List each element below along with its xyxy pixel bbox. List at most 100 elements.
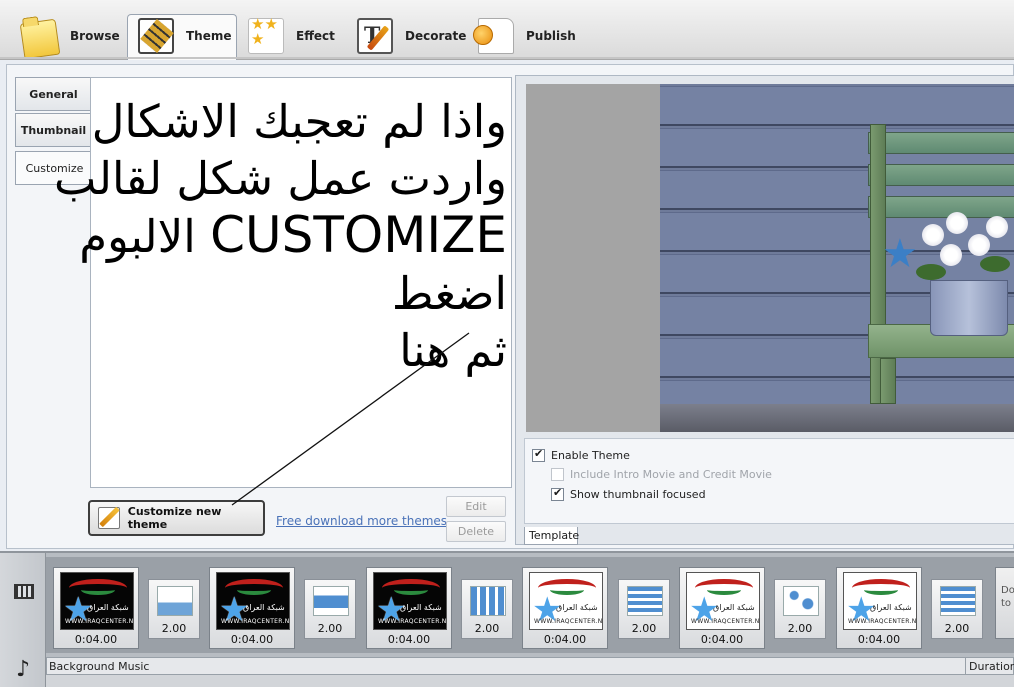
storyboard-transition[interactable]: 2.00 [931,579,983,639]
show-thumbnail-label: Show thumbnail focused [570,488,706,501]
flower [922,224,944,246]
background-music-label: Background Music [49,660,150,673]
transition-duration: 2.00 [631,622,657,635]
leaf [980,256,1010,272]
customize-new-theme-label: Customize new theme [127,505,222,531]
clip-duration: 0:04.00 [387,633,431,646]
annotation-line-1: واذا لم تعجبك الاشكال [91,95,507,148]
film-theme-icon [138,18,174,54]
edit-button[interactable]: Edit [446,496,506,517]
tab-theme[interactable]: Theme [138,14,232,58]
flower [968,234,990,256]
leaf [916,264,946,280]
storyboard-transition[interactable]: 2.00 [461,579,513,639]
storyboard-transition[interactable]: 2.00 [148,579,200,639]
storyboard-clip[interactable]: ★ شبكة العراق WWW.IRAQCENTER.NET 0:04.00 [679,567,765,649]
storyboard-transition[interactable]: 2.00 [618,579,670,639]
tab-browse[interactable]: Browse [19,14,120,60]
free-download-link[interactable]: Free download more themes [276,514,447,528]
thumb-logo-text: شبكة العراق [870,603,912,612]
storyboard-transition[interactable]: 2.00 [774,579,826,639]
annotation-line-2: واردت عمل شكل لقالب [54,152,507,205]
storyboard: ♪ ★ شبكة العراق WWW.IRAQCENTER.NET 0:04.00 ★… [0,551,1014,687]
flower [940,244,962,266]
thumb-logo-url: WWW.IRAQCENTER.NET [221,618,290,625]
background-music-track[interactable] [46,675,1014,687]
clip-thumbnail: ★ شبكة العراق WWW.IRAQCENTER.NET [843,572,917,630]
storyboard-clip[interactable]: ★ شبكة العراق WWW.IRAQCENTER.NET 0:04.00 [53,567,139,649]
delete-button[interactable]: Delete [446,521,506,542]
flower [946,212,968,234]
show-thumbnail-checkbox[interactable]: Show thumbnail focused [551,486,706,501]
transition-thumbnail [470,586,506,616]
thumb-logo-text: شبكة العراق [713,603,755,612]
annotation-line-3: CUSTOMIZE الالبوم اضغط [27,207,507,322]
storyboard-clip[interactable]: ★ شبكة العراق WWW.IRAQCENTER.NET 0:04.00 [209,567,295,649]
enable-theme-checkbox[interactable]: Enable Theme [532,447,630,462]
folder-icon [19,18,61,60]
customize-new-theme-button[interactable]: Customize new theme [88,500,265,536]
clip-duration: 0:04.00 [230,633,274,646]
clip-thumbnail: ★ شبكة العراق WWW.IRAQCENTER.NET [60,572,134,630]
bench-slat [868,164,1014,186]
transition-thumbnail [313,586,349,616]
stars-icon [248,17,284,54]
tab-decorate[interactable]: Decorate [357,14,466,58]
clip-duration: 0:04.00 [700,633,744,646]
storyboard-clip[interactable]: ★ شبكة العراق WWW.IRAQCENTER.NET 0:04.00 [366,567,452,649]
annotation-customize-word: CUSTOMIZE [210,206,507,264]
transition-thumbnail [157,586,193,616]
tab-publish[interactable]: Publish [473,14,576,58]
transition-duration: 2.00 [787,622,813,635]
tab-effect[interactable]: Effect [248,14,335,58]
include-intro-checkbox[interactable]: Include Intro Movie and Credit Movie [551,468,772,481]
thumb-logo-text: شبكة العراق [243,603,285,612]
thumb-logo-url: WWW.IRAQCENTER.NET [534,618,603,625]
music-note-icon: ♪ [16,657,31,682]
storyboard-track[interactable]: ★ شبكة العراق WWW.IRAQCENTER.NET 0:04.00 ★ شب… [46,557,1014,653]
theme-preview-panel: ★ Enable Theme Include Intro Movie and C… [515,75,1014,545]
thumb-logo-text: شبكة العراق [556,603,598,612]
storyboard-clip[interactable]: ★ شبكة العراق WWW.IRAQCENTER.NET 0:04.00 [836,567,922,649]
tab-theme-label: Theme [186,29,232,43]
clip-duration: 0:04.00 [543,633,587,646]
checkbox-checked-icon [551,486,564,501]
annotation-text: واذا لم تعجبك الاشكال واردت عمل شكل لقال… [27,93,507,379]
preview-image: ★ [660,84,1014,432]
tab-decorate-label: Decorate [405,29,467,43]
film-strip-icon [14,584,34,599]
background-music-bar[interactable]: Background Music Duration [46,657,1014,675]
tab-template[interactable]: Template [524,527,579,545]
transition-thumbnail [783,586,819,616]
tab-browse-label: Browse [70,29,120,43]
flower-pot [930,280,1008,336]
clip-thumbnail: ★ شبكة العراق WWW.IRAQCENTER.NET [686,572,760,630]
pencil-icon [98,507,120,529]
storyboard-side: ♪ [0,553,46,687]
storyboard-transition[interactable]: 2.00 [304,579,356,639]
partial-clip-label: Do to [1001,585,1014,609]
tab-effect-label: Effect [296,29,335,43]
transition-duration: 2.00 [317,622,343,635]
thumb-logo-text: شبكة العراق [87,603,129,612]
bench-slat [868,196,1014,218]
bench-leg [880,358,896,404]
annotation-line-4: ثم هنا [399,324,507,377]
storyboard-clip[interactable]: ★ شبكة العراق WWW.IRAQCENTER.NET 0:04.00 [522,567,608,649]
tab-publish-label: Publish [526,29,576,43]
flower [986,216,1008,238]
thumb-logo-url: WWW.IRAQCENTER.NET [378,618,447,625]
duration-column-header: Duration [965,658,1014,675]
storyboard-clip-partial[interactable]: Do to [995,567,1014,639]
transition-duration: 2.00 [944,622,970,635]
main-toolbar: Browse Theme Effect Decorate Publish [0,0,1014,60]
clip-thumbnail: ★ شبكة العراق WWW.IRAQCENTER.NET [373,572,447,630]
checkbox-unchecked-icon [551,468,564,481]
star-icon: ★ [882,231,918,277]
bench-slat [868,132,1014,154]
preview-left-area [526,84,660,432]
thumb-logo-url: WWW.IRAQCENTER.NET [848,618,917,625]
enable-theme-label: Enable Theme [551,449,630,462]
preview-floor [660,404,1014,432]
checkbox-checked-icon [532,447,545,462]
